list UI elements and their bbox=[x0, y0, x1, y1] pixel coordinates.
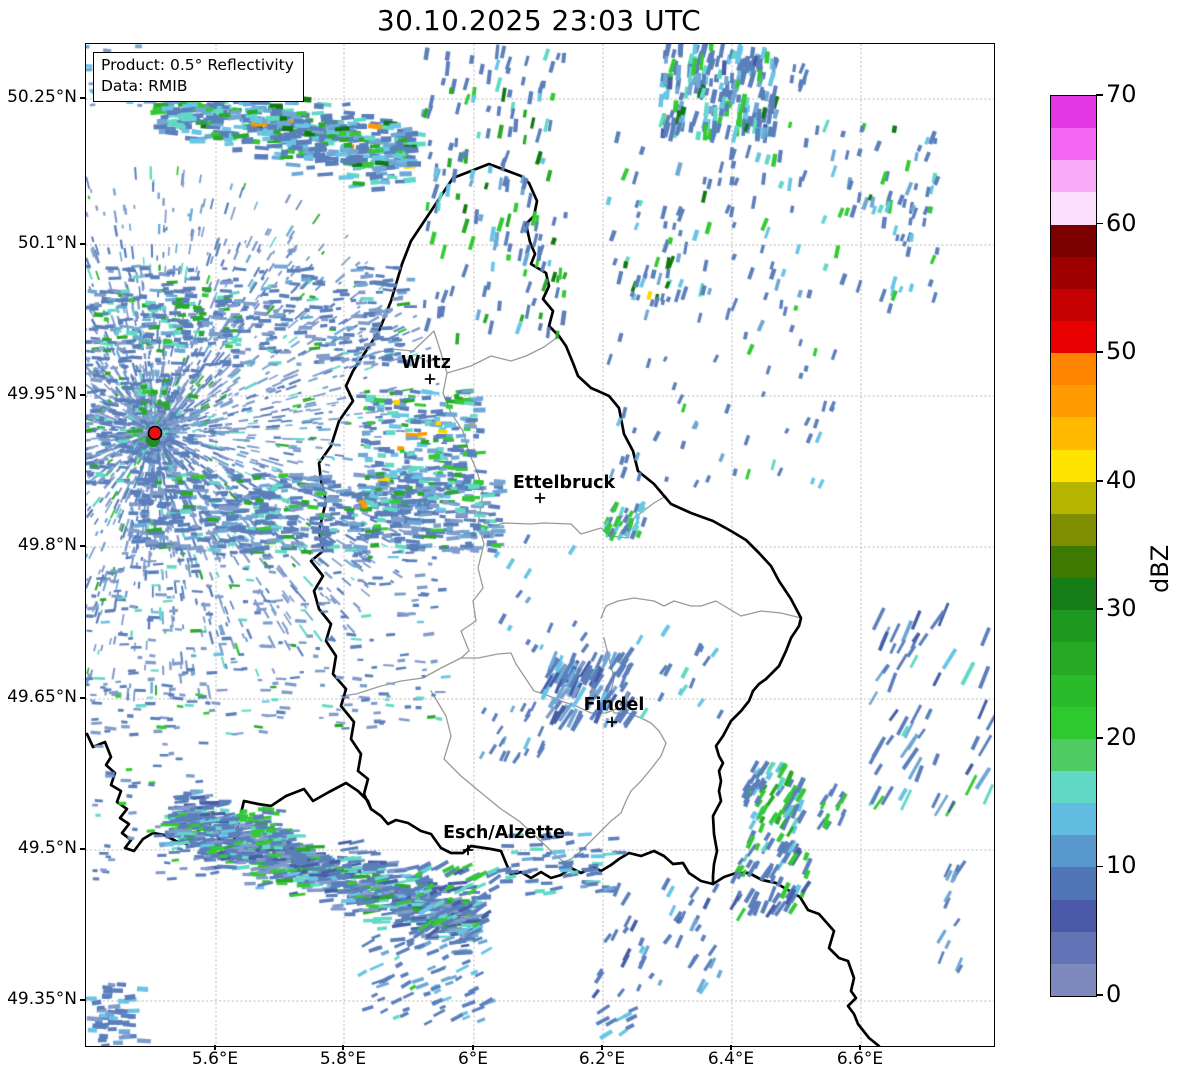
colorbar-tick-mark bbox=[1096, 222, 1103, 225]
colorbar-tick-label: 0 bbox=[1106, 980, 1122, 1008]
colorbar-tick-label: 10 bbox=[1106, 851, 1137, 880]
city-cross-icon bbox=[462, 844, 474, 856]
map-labels-layer: Wiltz Ettelbruck Findel Esch/Alzette bbox=[146, 353, 645, 856]
product-label: Product: 0.5° Reflectivity bbox=[101, 56, 294, 74]
colorbar-segment bbox=[1051, 803, 1096, 836]
city-cross-icon bbox=[424, 373, 436, 385]
colorbar-segment bbox=[1051, 642, 1096, 675]
y-tick-mark bbox=[80, 848, 85, 850]
city-label: Wiltz bbox=[401, 353, 451, 373]
y-tick-label: 49.35°N bbox=[7, 989, 77, 1009]
city-cross-icon bbox=[606, 716, 618, 728]
product-info-box: Product: 0.5° Reflectivity Data: RMIB bbox=[93, 52, 304, 102]
colorbar-tick-mark bbox=[1096, 608, 1103, 611]
colorbar-segment bbox=[1051, 321, 1096, 354]
y-tick-mark bbox=[80, 545, 85, 547]
y-tick-label: 49.95°N bbox=[7, 384, 77, 404]
x-tick-label: 6.2°E bbox=[578, 1049, 626, 1069]
colorbar-segment bbox=[1051, 578, 1096, 611]
city-label: Ettelbruck bbox=[513, 473, 616, 493]
city-cross-icon bbox=[534, 492, 546, 504]
colorbar-tick-mark bbox=[1096, 351, 1103, 353]
y-tick-mark bbox=[80, 97, 85, 99]
colorbar-segment bbox=[1051, 96, 1096, 129]
city-label: Findel bbox=[584, 695, 645, 715]
colorbar-tick-mark bbox=[1096, 94, 1103, 96]
colorbar-tick-label: 70 bbox=[1106, 80, 1137, 108]
colorbar-segment bbox=[1051, 256, 1096, 289]
colorbar-segment bbox=[1051, 835, 1096, 868]
colorbar-segment bbox=[1051, 449, 1096, 482]
colorbar-segment bbox=[1051, 610, 1096, 643]
city-marker-ettelbruck: Ettelbruck bbox=[513, 473, 616, 504]
y-tick-label: 50.1°N bbox=[17, 233, 77, 253]
x-tick-label: 6.6°E bbox=[836, 1049, 884, 1069]
colorbar-tick-mark bbox=[1096, 865, 1103, 868]
colorbar-segment bbox=[1051, 963, 1096, 996]
radar-site-dot bbox=[147, 425, 163, 441]
colorbar-segment bbox=[1051, 128, 1096, 161]
y-tick-label: 49.65°N bbox=[7, 687, 77, 707]
colorbar-segment bbox=[1051, 513, 1096, 547]
page-title: 30.10.2025 23:03 UTC bbox=[376, 4, 702, 37]
colorbar-segment bbox=[1051, 738, 1096, 772]
y-tick-label: 49.5°N bbox=[17, 838, 77, 858]
colorbar-segment bbox=[1051, 771, 1096, 804]
city-marker-findel: Findel bbox=[584, 695, 645, 728]
colorbar-segment bbox=[1051, 288, 1096, 322]
colorbar-unit-label: dBZ bbox=[1146, 544, 1174, 593]
y-tick-label: 49.8°N bbox=[17, 535, 77, 555]
colorbar-segment bbox=[1051, 931, 1096, 964]
x-tick-label: 5.6°E bbox=[191, 1049, 239, 1069]
colorbar-segment bbox=[1051, 192, 1096, 225]
y-tick-mark bbox=[80, 243, 85, 245]
y-tick-mark bbox=[80, 394, 85, 396]
y-tick-label: 50.25°N bbox=[7, 87, 77, 107]
colorbar-tick-label: 30 bbox=[1106, 594, 1137, 623]
colorbar-segment bbox=[1051, 899, 1096, 932]
x-tick-label: 6°E bbox=[457, 1049, 489, 1069]
colorbar-tick-mark bbox=[1096, 994, 1103, 996]
colorbar-tick-label: 40 bbox=[1106, 465, 1137, 494]
radar-map-page: 30.10.2025 23:03 UTC Wiltz Ettelbruck Find… bbox=[0, 0, 1184, 1081]
colorbar-segment bbox=[1051, 546, 1096, 579]
y-tick-mark bbox=[80, 697, 85, 699]
colorbar-segment bbox=[1051, 353, 1096, 386]
colorbar-segment bbox=[1051, 160, 1096, 193]
map-plot-area: Wiltz Ettelbruck Findel Esch/Alzette Produc… bbox=[85, 43, 995, 1047]
colorbar-segment bbox=[1051, 224, 1096, 257]
colorbar-tick-mark bbox=[1096, 479, 1103, 482]
colorbar bbox=[1050, 95, 1097, 997]
colorbar-tick-label: 50 bbox=[1106, 337, 1137, 366]
city-label: Esch/Alzette bbox=[443, 823, 565, 843]
x-tick-label: 6.4°E bbox=[707, 1049, 755, 1069]
colorbar-segment bbox=[1051, 706, 1096, 739]
city-marker-esch-alzette: Esch/Alzette bbox=[443, 823, 565, 856]
colorbar-segment bbox=[1051, 867, 1096, 900]
colorbar-tick-label: 20 bbox=[1106, 722, 1137, 751]
x-tick-label: 5.8°E bbox=[319, 1049, 367, 1069]
colorbar-segment bbox=[1051, 674, 1096, 707]
city-marker-wiltz: Wiltz bbox=[401, 353, 451, 385]
y-tick-mark bbox=[80, 999, 85, 1001]
colorbar-tick-label: 60 bbox=[1106, 208, 1137, 237]
data-source-label: Data: RMIB bbox=[101, 77, 188, 95]
colorbar-segment bbox=[1051, 417, 1096, 450]
colorbar-segment bbox=[1051, 385, 1096, 418]
colorbar-tick-mark bbox=[1096, 737, 1103, 739]
colorbar-segment bbox=[1051, 481, 1096, 514]
